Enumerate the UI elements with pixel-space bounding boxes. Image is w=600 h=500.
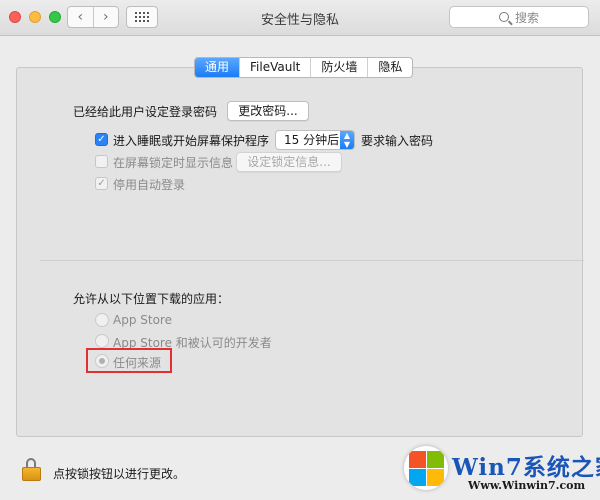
downloads-heading: 允许从以下位置下载的应用： <box>73 292 230 306</box>
lock-button[interactable] <box>22 458 42 481</box>
change-password-button[interactable]: 更改密码... <box>227 101 309 121</box>
password-set-label: 已经给此用户设定登录密码 <box>73 105 218 119</box>
radio-app-store-label: App Store <box>113 313 172 327</box>
require-password-label: 进入睡眠或开始屏幕保护程序 <box>113 134 270 148</box>
checkmark-icon: ✓ <box>97 133 106 145</box>
watermark: Win7系统之家 Www.Winwin7.com <box>402 440 600 498</box>
search-placeholder: 搜索 <box>514 10 539 25</box>
search-icon <box>498 12 509 22</box>
lock-body <box>22 467 41 481</box>
watermark-url: Www.Winwin7.com <box>468 479 586 492</box>
title-bar: ‹ › 安全性与隐私 搜索 <box>0 0 600 36</box>
disable-auto-login-label: 停用自动登录 <box>113 178 186 192</box>
lock-message-label: 在屏幕锁定时显示信息 <box>113 156 234 170</box>
password-delay-value: 15 分钟后 <box>284 133 340 147</box>
disable-auto-login-checkbox[interactable]: ✓ <box>95 177 108 190</box>
password-delay-popup[interactable]: 15 分钟后 ▲ ▼ <box>275 130 355 150</box>
updown-arrow-icon: ▲ ▼ <box>340 131 354 149</box>
lock-message-checkbox[interactable] <box>95 155 108 168</box>
tab-filevault[interactable]: FileVault <box>239 58 310 77</box>
tab-general[interactable]: 通用 <box>195 58 240 77</box>
require-password-checkbox[interactable]: ✓ <box>95 133 108 146</box>
radio-identified-developers[interactable] <box>95 334 109 348</box>
lock-hint-text: 点按锁按钮以进行更改。 <box>53 467 186 481</box>
tab-privacy[interactable]: 隐私 <box>367 58 412 77</box>
windows-logo-icon <box>404 446 448 490</box>
checkmark-icon: ✓ <box>97 177 106 189</box>
set-lock-message-button[interactable]: 设定锁定信息... <box>236 152 342 172</box>
section-divider <box>40 260 584 261</box>
tab-firewall[interactable]: 防火墙 <box>310 58 367 77</box>
tab-bar: 通用 FileVault 防火墙 隐私 <box>194 57 414 78</box>
content-panel <box>16 67 583 437</box>
watermark-title: Win7系统之家 <box>452 454 600 481</box>
annotation-highlight-box <box>86 348 172 373</box>
radio-app-store[interactable] <box>95 313 109 327</box>
require-password-suffix: 要求输入密码 <box>361 134 434 148</box>
search-field[interactable]: 搜索 <box>449 6 589 28</box>
